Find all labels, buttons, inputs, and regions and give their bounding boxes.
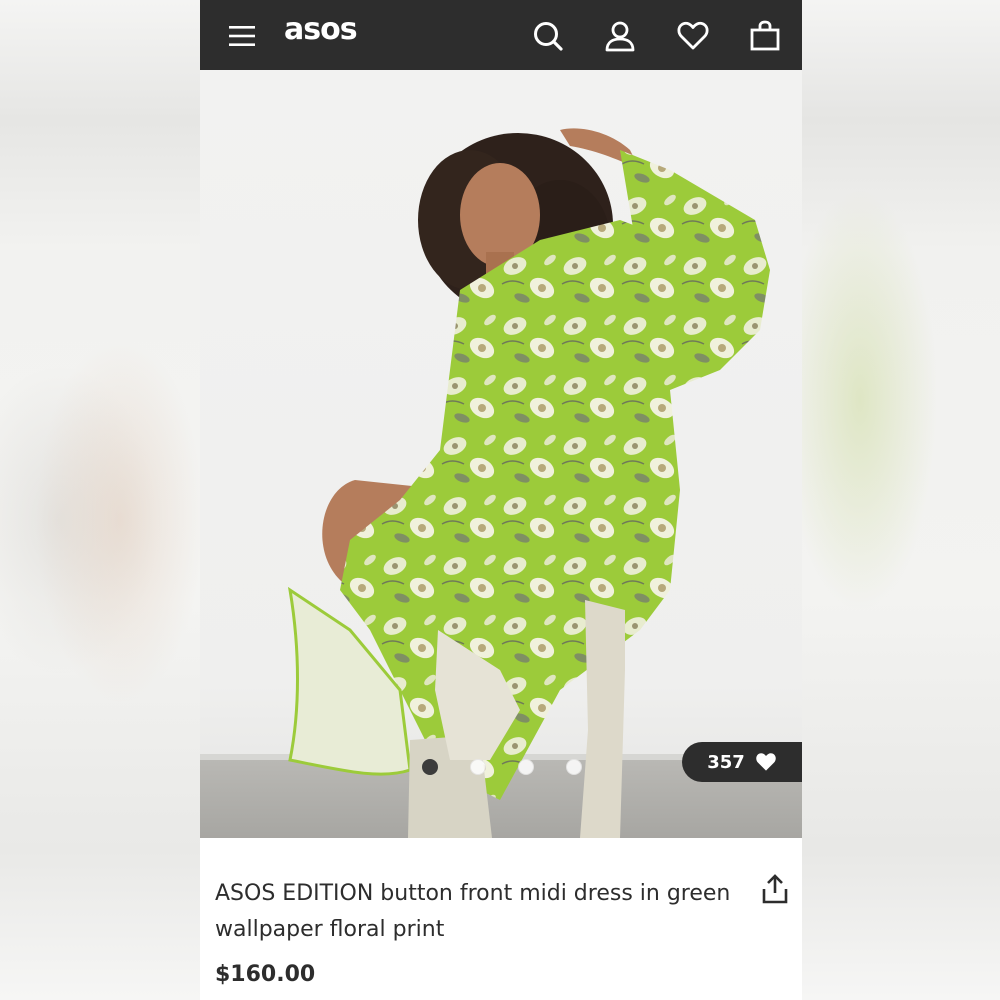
account-icon xyxy=(605,21,635,52)
menu-icon xyxy=(229,26,255,46)
gallery-pagination xyxy=(422,759,582,775)
gallery-dot-4[interactable] xyxy=(566,759,582,775)
gallery-dot-3[interactable] xyxy=(518,759,534,775)
account-button[interactable] xyxy=(598,14,642,58)
top-navigation-bar: asos xyxy=(200,0,802,70)
gallery-dot-1[interactable] xyxy=(422,759,438,775)
model-in-floral-dress-illustration xyxy=(287,128,770,838)
asos-logo[interactable]: asos xyxy=(284,12,358,47)
menu-button[interactable] xyxy=(220,14,264,58)
search-button[interactable] xyxy=(526,14,570,58)
likes-count: 357 xyxy=(707,751,745,773)
likes-badge[interactable]: 357 xyxy=(682,742,802,782)
blurred-background-left xyxy=(0,0,200,1000)
product-title: ASOS EDITION button front midi dress in … xyxy=(215,881,731,942)
product-page: asos 357 ASOS EDITION button front midi … xyxy=(200,0,802,1000)
wishlist-button[interactable] xyxy=(671,14,715,58)
bag-button[interactable] xyxy=(743,14,787,58)
blurred-background-right xyxy=(800,0,1000,1000)
product-price: $160.00 xyxy=(215,962,316,987)
wishlist-icon xyxy=(677,21,709,50)
gallery-dot-2[interactable] xyxy=(470,759,486,775)
bag-icon xyxy=(750,20,780,51)
heart-filled-icon xyxy=(756,753,776,771)
product-info: ASOS EDITION button front midi dress in … xyxy=(200,838,802,1000)
share-icon xyxy=(762,874,788,904)
search-icon xyxy=(534,22,563,51)
share-button[interactable] xyxy=(758,872,792,906)
product-image[interactable]: 357 xyxy=(200,70,802,838)
